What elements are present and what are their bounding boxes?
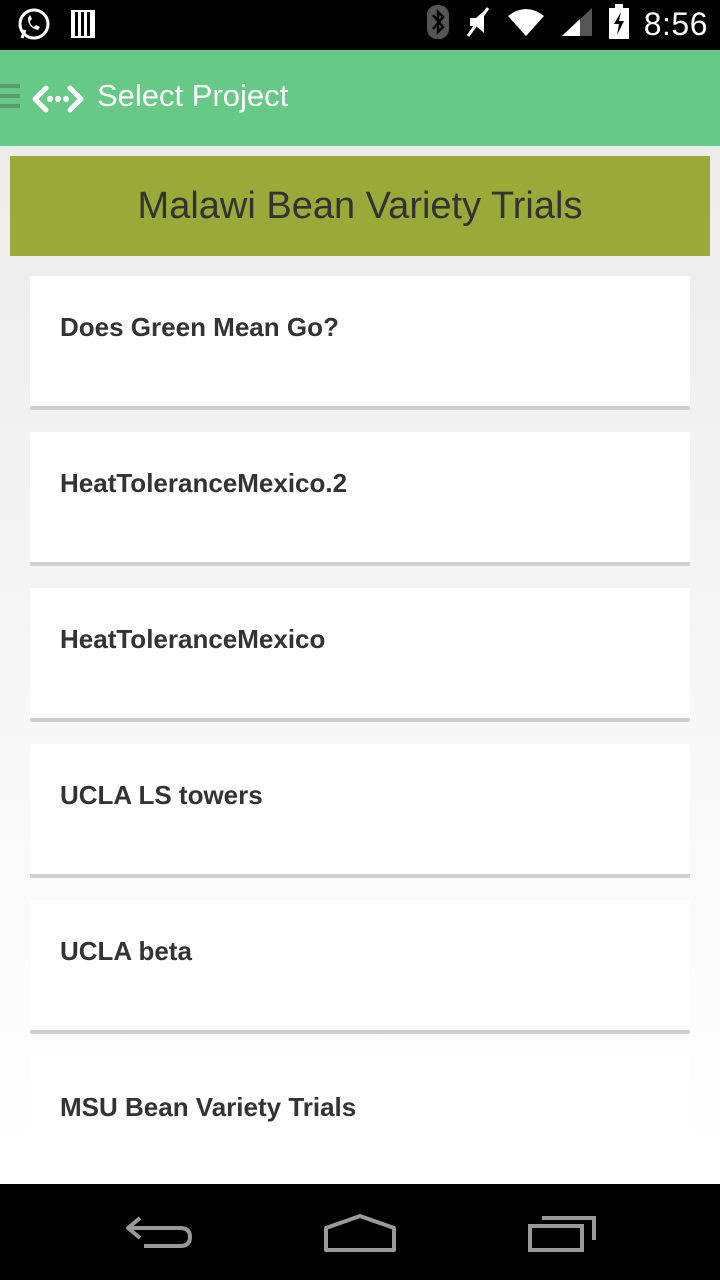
project-group-banner: Malawi Bean Variety Trials (10, 156, 710, 256)
whatsapp-icon (16, 6, 52, 47)
storage-icon (70, 8, 96, 45)
home-icon[interactable] (322, 1212, 398, 1259)
project-list-screen: Malawi Bean Variety Trials Does Green Me… (0, 146, 720, 1184)
navigation-bar (0, 1184, 720, 1280)
code-arrows-icon[interactable] (32, 84, 84, 119)
project-name: HeatToleranceMexico.2 (60, 468, 348, 498)
project-item-ucla-ls-towers[interactable]: UCLA LS towers (30, 744, 690, 878)
mute-icon (464, 4, 492, 45)
clock: 8:56 (643, 6, 708, 42)
page-title: Select Project (97, 78, 289, 113)
project-name: HeatToleranceMexico (60, 624, 326, 654)
project-name: Does Green Mean Go? (60, 312, 339, 342)
project-item-ucla-beta[interactable]: UCLA beta (30, 900, 690, 1034)
recents-icon[interactable] (526, 1212, 598, 1259)
project-item-does-green-mean-go[interactable]: Does Green Mean Go? (30, 276, 690, 410)
battery-icon (608, 4, 630, 45)
status-bar: 8:56 (0, 0, 720, 50)
list-bottom-edge (0, 1134, 720, 1184)
wifi-icon (506, 6, 546, 43)
project-name: MSU Bean Variety Trials (60, 1092, 357, 1122)
screen: 8:56 Select Project Malawi Bean Variety … (0, 0, 720, 1280)
back-icon[interactable] (124, 1212, 196, 1257)
project-list: Does Green Mean Go? HeatToleranceMexico.… (30, 276, 690, 1184)
project-name: UCLA beta (60, 936, 192, 966)
bluetooth-icon (426, 4, 450, 45)
project-name: UCLA LS towers (60, 780, 263, 810)
signal-icon (560, 6, 594, 43)
action-bar: Select Project (0, 50, 720, 146)
banner-title: Malawi Bean Variety Trials (137, 184, 583, 227)
project-item-heattolerancemexico[interactable]: HeatToleranceMexico (30, 588, 690, 722)
drawer-toggle-icon[interactable] (0, 84, 20, 114)
project-item-heattolerancemexico-2[interactable]: HeatToleranceMexico.2 (30, 432, 690, 566)
